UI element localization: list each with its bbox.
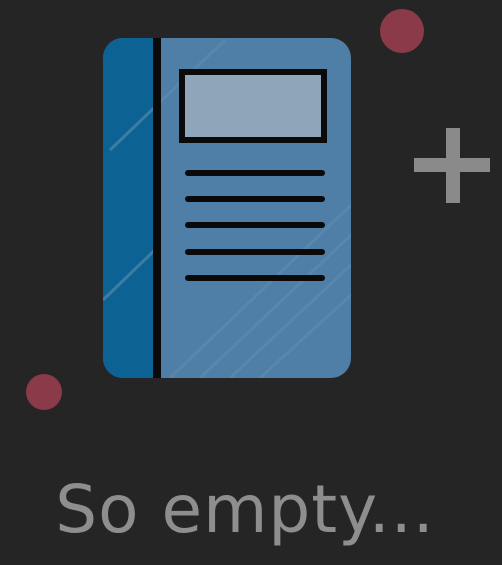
empty-state-illustration — [26, 9, 490, 410]
dot-icon — [380, 9, 424, 53]
plus-icon — [414, 128, 490, 203]
dot-icon — [26, 374, 62, 410]
empty-state-message: So empty... — [55, 471, 435, 548]
notebook-label — [179, 69, 327, 143]
notebook-icon — [103, 38, 351, 378]
empty-state: So empty... — [0, 0, 502, 565]
